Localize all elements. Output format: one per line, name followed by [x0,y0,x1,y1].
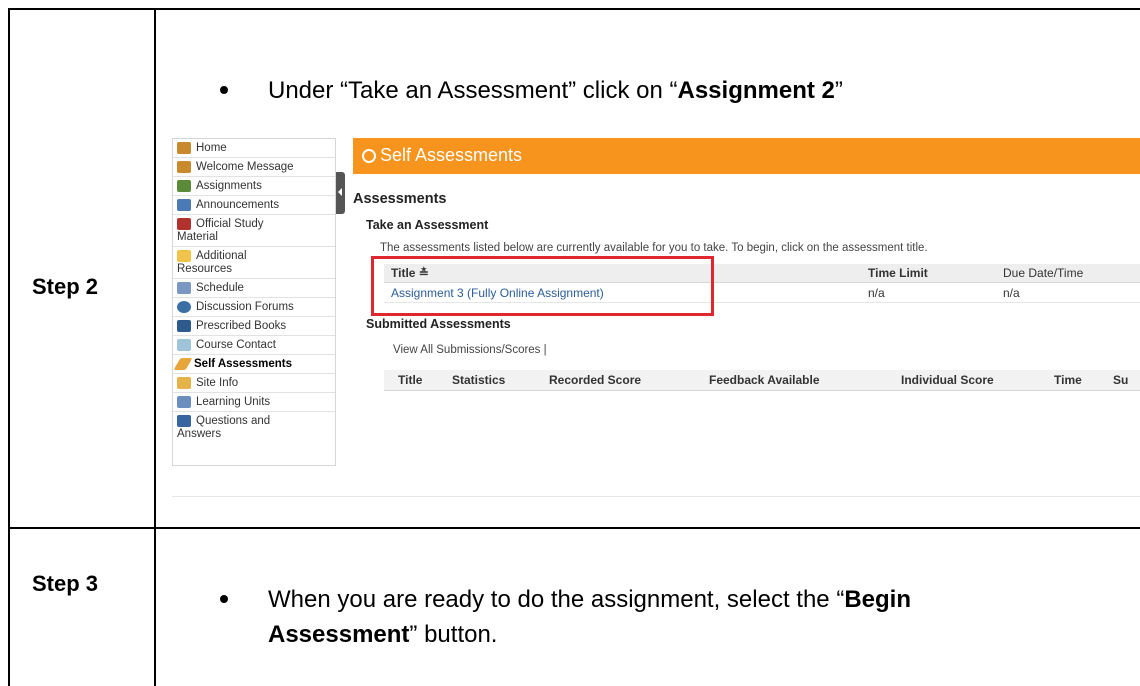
assignments-icon [177,180,191,193]
sidebar-item-schedule[interactable]: Schedule [173,279,335,299]
step-2-instruction: Under “Take an Assessment” click on “Ass… [220,77,843,105]
step-3-instruction-line-1: When you are ready to do the assignment,… [220,586,911,614]
folder-icon [177,250,191,263]
sidebar-collapse-handle[interactable] [336,172,345,214]
table-column-divider [154,8,156,686]
sidebar-item-prescribed-books[interactable]: Prescribed Books [173,317,335,337]
sidebar-item-official-study-material[interactable]: Official Study Material [173,215,335,248]
study-material-icon [177,218,191,231]
info-icon [177,377,191,390]
assessments-heading: Assessments [353,191,447,207]
main-content: Self Assessments Assessments Take an Ass… [348,138,1140,508]
sidebar-item-learning-units[interactable]: Learning Units [173,393,335,413]
step-3-label: Step 3 [32,571,99,596]
sidebar-item-course-contact[interactable]: Course Contact [173,336,335,356]
qa-icon [177,415,191,428]
column-statistics: Statistics [452,373,506,387]
bullet-icon [220,85,228,94]
sidebar-item-announcements[interactable]: Announcements [173,196,335,216]
assessment-time-limit: n/a [868,286,885,300]
calendar-icon [177,282,191,295]
tool-banner: Self Assessments [353,138,1140,174]
home-icon [177,161,191,174]
assessment-due-date: n/a [1003,286,1020,300]
pencil-icon [173,358,193,371]
step-2-label: Step 2 [32,274,99,299]
step-3-instruction-line-2: Assessment” button. [268,621,498,648]
table-row-divider [8,527,1140,529]
sidebar-item-additional-resources[interactable]: Additional Resources [173,247,335,280]
take-assessment-description: The assessments listed below are current… [380,242,928,254]
home-icon [177,142,191,154]
sidebar-item-self-assessments[interactable]: Self Assessments [173,355,335,375]
submitted-assessments-heading: Submitted Assessments [366,317,511,331]
sidebar-item-welcome-message[interactable]: Welcome Message [173,158,335,178]
submitted-table-header: Title Statistics Recorded Score Feedback… [384,370,1140,391]
contact-icon [177,339,191,352]
forum-icon [177,301,191,314]
screenshot-divider [172,496,1140,497]
tool-title: Self Assessments [380,145,523,165]
books-icon [177,320,191,333]
table-border-left [8,8,10,686]
sidebar-item-questions-and-answers[interactable]: Questions and Answers [173,412,335,443]
document-page: Step 2 Under “Take an Assessment” click … [0,0,1140,686]
units-icon [177,396,191,409]
column-feedback-available: Feedback Available [709,373,820,387]
view-all-submissions-link[interactable]: View All Submissions/Scores | [393,344,547,356]
take-assessment-heading: Take an Assessment [366,218,489,232]
column-title: Title [398,373,423,387]
column-recorded-score: Recorded Score [549,373,642,387]
column-due-date: Due Date/Time [1003,266,1084,280]
announcements-icon [177,199,191,212]
column-time: Time [1054,373,1082,387]
site-sidebar: Home Welcome Message Assignments Announc… [172,138,336,466]
sidebar-item-home[interactable]: Home [173,139,335,159]
bullet-icon [220,594,228,603]
highlight-box [371,256,714,316]
lms-screenshot: Home Welcome Message Assignments Announc… [160,138,1140,508]
sidebar-item-discussion-forums[interactable]: Discussion Forums [173,298,335,318]
column-submitted: Su [1113,373,1129,387]
column-individual-score: Individual Score [901,373,994,387]
sidebar-item-site-info[interactable]: Site Info [173,374,335,394]
sidebar-item-assignments[interactable]: Assignments [173,177,335,197]
column-time-limit: Time Limit [868,266,928,280]
table-border-top [8,8,1140,10]
refresh-icon[interactable] [362,149,376,163]
